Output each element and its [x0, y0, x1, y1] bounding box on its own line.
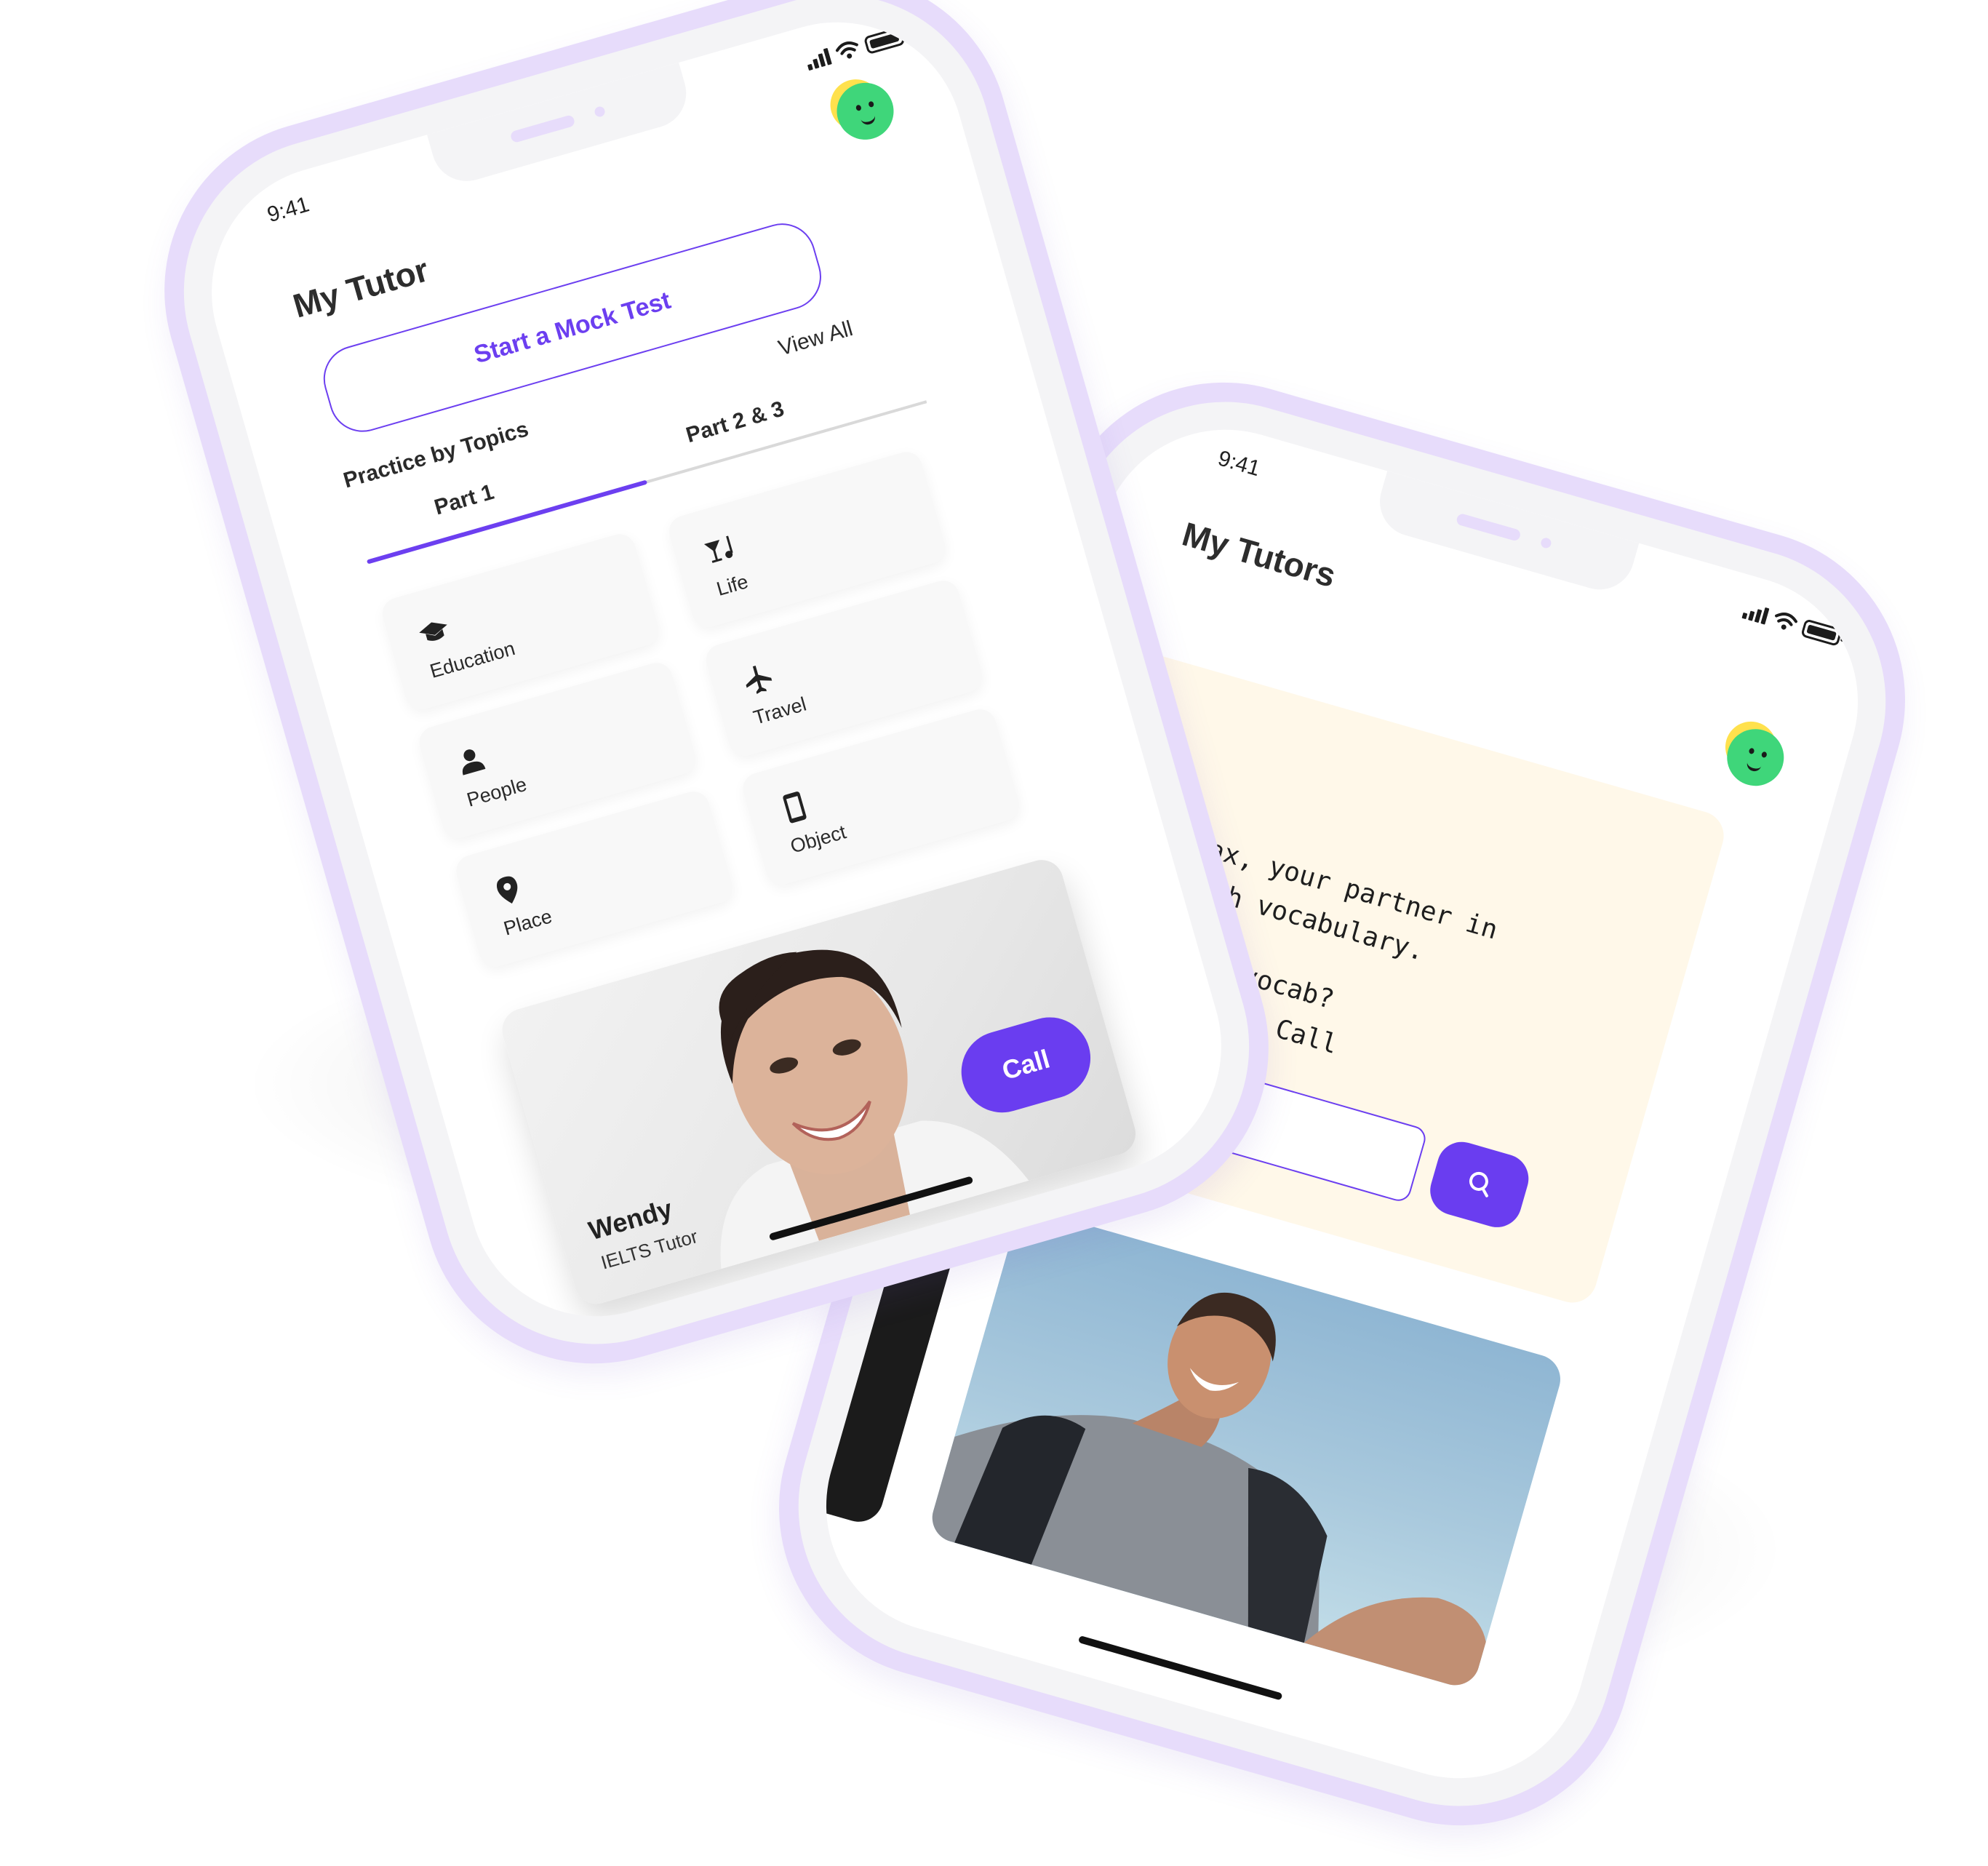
view-all-link[interactable]: View All — [775, 316, 855, 361]
signal-icon — [807, 48, 832, 71]
wifi-icon — [835, 41, 858, 55]
front-camera — [1539, 536, 1553, 550]
status-icons — [807, 28, 908, 71]
avatar[interactable] — [824, 73, 901, 147]
airplane-icon — [746, 666, 773, 695]
front-phone: 9:41 My Tutor Start a Mock Test View All… — [124, 0, 1309, 1404]
graduation-cap-icon — [419, 622, 447, 641]
tab-part-1[interactable]: Part 1 — [431, 480, 497, 521]
topic-label: Life — [714, 570, 751, 600]
wifi-icon — [1775, 613, 1797, 626]
phone-device-icon — [783, 792, 807, 824]
speaker — [1455, 512, 1522, 542]
topic-label: Place — [501, 905, 555, 940]
topic-label: People — [464, 773, 530, 811]
page-title: My Tutor — [289, 250, 433, 325]
battery-icon — [864, 28, 908, 54]
speaker — [509, 114, 576, 144]
signal-icon — [1741, 607, 1770, 625]
page-title: My Tutors — [1178, 514, 1341, 595]
topic-label: Object — [788, 821, 849, 858]
tab-part-2-3[interactable]: Part 2 & 3 — [683, 396, 786, 448]
topic-label: Travel — [751, 693, 809, 729]
avatar[interactable] — [1719, 715, 1791, 793]
cocktail-music-icon — [703, 535, 733, 563]
front-camera — [593, 105, 607, 119]
status-time: 9:41 — [1215, 446, 1263, 482]
search-icon — [1469, 1171, 1488, 1197]
tutor-photo-max[interactable] — [926, 1205, 1567, 1691]
location-pin-icon — [496, 876, 518, 904]
tutor-illustration — [926, 1292, 1486, 1691]
status-time: 9:41 — [264, 192, 312, 228]
person-icon — [462, 749, 486, 775]
search-button[interactable] — [1424, 1136, 1535, 1233]
